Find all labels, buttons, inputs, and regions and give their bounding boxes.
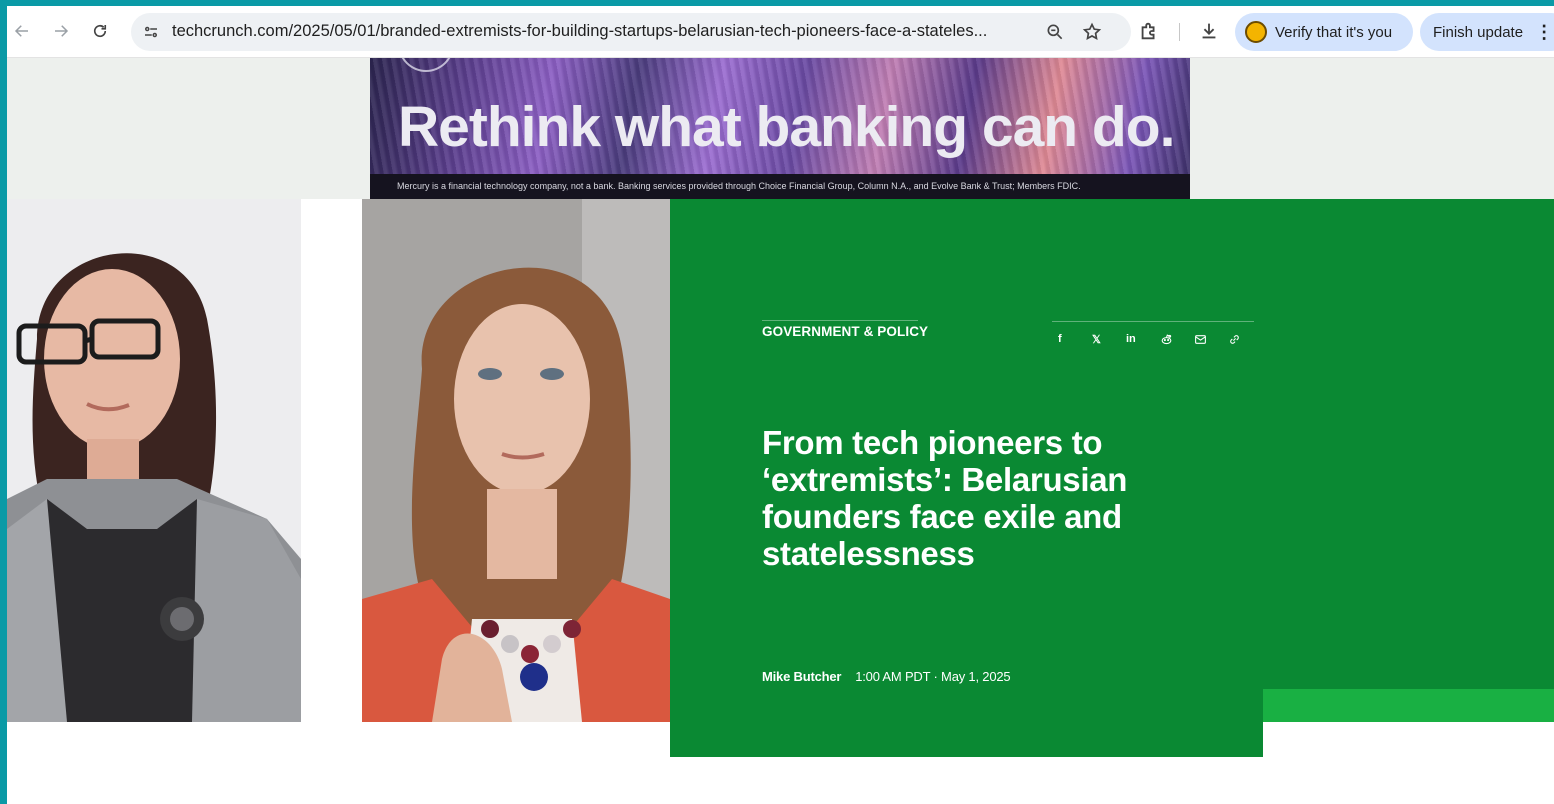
download-icon[interactable] bbox=[1198, 20, 1220, 42]
advertisement-banner[interactable]: Rethink what banking can do. Mercury is … bbox=[370, 58, 1190, 199]
bookmark-star-icon[interactable] bbox=[1082, 22, 1102, 42]
zoom-icon[interactable] bbox=[1045, 22, 1065, 42]
copy-link-icon[interactable] bbox=[1228, 331, 1262, 347]
share-email-icon[interactable] bbox=[1194, 331, 1228, 347]
reload-icon bbox=[93, 24, 107, 38]
author-link[interactable]: Mike Butcher bbox=[762, 669, 841, 684]
founder-photo-left bbox=[7, 199, 301, 722]
share-rule bbox=[1052, 321, 1254, 322]
more-menu-icon[interactable]: ⋮ bbox=[1535, 22, 1553, 43]
update-label: Finish update bbox=[1433, 23, 1524, 41]
ad-disclaimer: Mercury is a financial technology compan… bbox=[397, 181, 1081, 191]
toolbar-divider bbox=[1179, 23, 1180, 41]
browser-window: techcrunch.com/2025/05/01/branded-extrem… bbox=[0, 0, 1554, 804]
share-linkedin-icon[interactable]: in bbox=[1126, 331, 1160, 347]
ad-headline: Rethink what banking can do. bbox=[398, 95, 1175, 159]
verify-label: Verify that it's you bbox=[1275, 23, 1393, 41]
share-x-icon[interactable]: 𝕏 bbox=[1092, 331, 1126, 347]
share-facebook-icon[interactable]: f bbox=[1058, 331, 1092, 347]
address-bar[interactable]: techcrunch.com/2025/05/01/branded-extrem… bbox=[131, 13, 1131, 51]
finish-update-button[interactable]: Finish update ⋮ bbox=[1420, 13, 1554, 51]
browser-toolbar: techcrunch.com/2025/05/01/branded-extrem… bbox=[7, 6, 1554, 58]
article-byline: Mike Butcher 1:00 AM PDT · May 1, 2025 bbox=[762, 669, 1011, 684]
url-text[interactable]: techcrunch.com/2025/05/01/branded-extrem… bbox=[172, 22, 1042, 41]
forward-button[interactable] bbox=[49, 19, 73, 43]
category-rule bbox=[762, 320, 918, 321]
back-button[interactable] bbox=[10, 19, 34, 43]
share-reddit-icon[interactable] bbox=[1160, 331, 1194, 347]
founder-photo-right bbox=[362, 199, 670, 722]
share-bar: f 𝕏 in bbox=[1058, 331, 1262, 347]
extensions-icon[interactable] bbox=[1138, 20, 1160, 42]
article-title: From tech pioneers to ‘extremists’: Bela… bbox=[762, 424, 1128, 572]
profile-avatar bbox=[1245, 21, 1267, 43]
article-hero-extension bbox=[1263, 199, 1554, 689]
reload-button[interactable] bbox=[88, 19, 112, 43]
publish-timestamp: 1:00 AM PDT · May 1, 2025 bbox=[855, 669, 1011, 684]
article-category[interactable]: GOVERNMENT & POLICY bbox=[762, 324, 928, 339]
ad-disclaimer-bar: Mercury is a financial technology compan… bbox=[370, 174, 1190, 199]
site-settings-icon[interactable] bbox=[141, 22, 161, 42]
frame-border-left bbox=[0, 0, 7, 804]
verify-identity-button[interactable]: Verify that it's you bbox=[1235, 13, 1413, 51]
arrow-right-icon bbox=[55, 25, 69, 37]
arrow-left-icon bbox=[14, 25, 28, 37]
hero-accent-strip bbox=[1263, 689, 1554, 722]
